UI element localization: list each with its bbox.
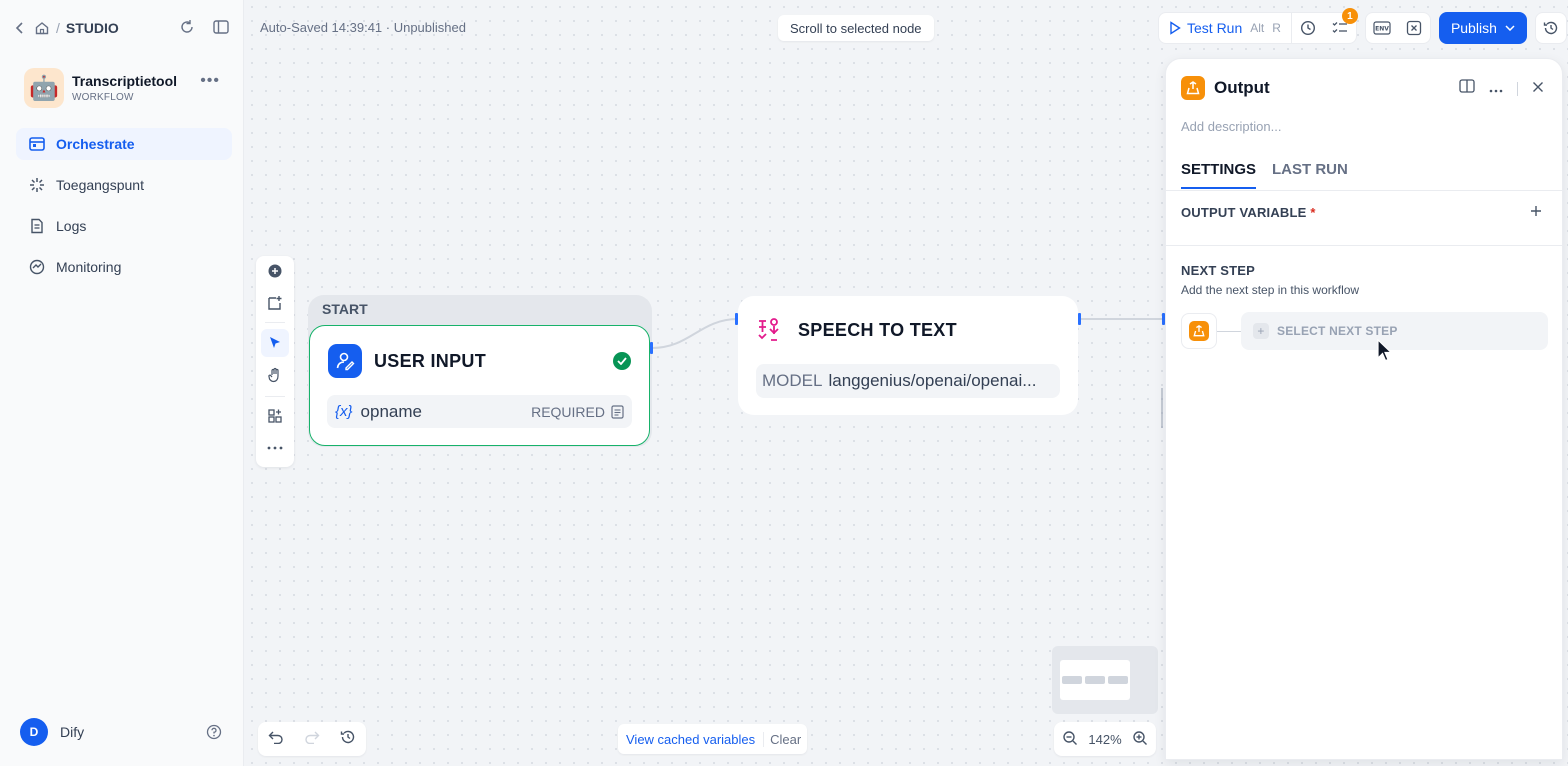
variable-icon: {x} bbox=[335, 403, 353, 420]
more-icon[interactable] bbox=[1489, 80, 1503, 98]
document-icon bbox=[611, 404, 624, 419]
panel-title[interactable]: Output bbox=[1214, 78, 1270, 98]
input-variable-row[interactable]: {x} opname REQUIRED bbox=[327, 395, 632, 428]
next-step-description: Add the next step in this workflow bbox=[1181, 283, 1360, 297]
zoom-in-icon[interactable] bbox=[1132, 730, 1148, 749]
speech-to-text-icon bbox=[756, 316, 784, 344]
output-node-icon bbox=[1189, 321, 1209, 341]
required-badge: REQUIRED bbox=[531, 404, 624, 420]
node-output-handle[interactable] bbox=[1078, 313, 1081, 325]
add-output-variable-button[interactable] bbox=[1530, 201, 1542, 222]
minimap-viewport bbox=[1060, 660, 1130, 700]
select-next-step-label: SELECT NEXT STEP bbox=[1277, 324, 1398, 338]
speech-to-text-node[interactable]: SPEECH TO TEXT MODEL langgenius/openai/o… bbox=[738, 296, 1078, 415]
description-input[interactable]: Add description... bbox=[1181, 119, 1281, 134]
change-history-icon[interactable] bbox=[340, 729, 356, 750]
view-cached-variables-link[interactable]: View cached variables bbox=[618, 732, 763, 747]
node-title: SPEECH TO TEXT bbox=[798, 319, 957, 340]
minimap[interactable] bbox=[1052, 646, 1158, 714]
zoom-controls: 142% bbox=[1054, 722, 1156, 756]
select-next-step-button[interactable]: + SELECT NEXT STEP bbox=[1241, 312, 1548, 350]
model-label: MODEL bbox=[762, 371, 823, 390]
success-check-icon bbox=[613, 352, 631, 370]
zoom-out-icon[interactable] bbox=[1062, 730, 1078, 749]
output-variable-label: OUTPUT VARIABLE bbox=[1181, 205, 1307, 220]
zoom-level[interactable]: 142% bbox=[1088, 732, 1121, 747]
panel-resize-handle[interactable] bbox=[1161, 388, 1163, 428]
tab-last-run[interactable]: LAST RUN bbox=[1272, 161, 1348, 189]
node-input-handle[interactable] bbox=[735, 313, 738, 325]
start-label: START bbox=[322, 301, 368, 317]
tab-settings[interactable]: SETTINGS bbox=[1181, 161, 1257, 189]
current-node-block bbox=[1181, 313, 1217, 349]
next-step-title: NEXT STEP bbox=[1181, 263, 1256, 278]
user-input-icon bbox=[328, 344, 362, 378]
history-controls bbox=[258, 722, 366, 756]
model-row: MODEL langgenius/openai/openai... bbox=[756, 364, 1060, 398]
required-mark: * bbox=[1310, 205, 1316, 220]
plus-icon: + bbox=[1253, 323, 1269, 339]
variable-name: opname bbox=[360, 401, 422, 421]
node-title: USER INPUT bbox=[374, 350, 487, 371]
redo-icon[interactable] bbox=[304, 730, 320, 749]
undo-icon[interactable] bbox=[268, 730, 284, 749]
model-value: langgenius/openai/openai... bbox=[828, 371, 1037, 390]
panel-layout-icon[interactable] bbox=[1459, 79, 1475, 98]
close-icon[interactable] bbox=[1532, 80, 1544, 98]
output-variable-title: OUTPUT VARIABLE * bbox=[1181, 205, 1316, 220]
output-node-icon bbox=[1181, 76, 1205, 100]
user-input-node[interactable]: USER INPUT {x} opname REQUIRED bbox=[309, 325, 650, 446]
required-label: REQUIRED bbox=[531, 403, 605, 420]
cached-variables-bar: View cached variables Clear bbox=[618, 724, 808, 754]
node-output-handle[interactable] bbox=[650, 342, 653, 354]
mouse-cursor-icon bbox=[1377, 339, 1393, 362]
node-config-panel: Output Add description... SETTINGS LAST … bbox=[1165, 58, 1564, 760]
clear-button[interactable]: Clear bbox=[763, 731, 807, 747]
next-step-row: + SELECT NEXT STEP bbox=[1181, 311, 1548, 351]
panel-tabs: SETTINGS LAST RUN bbox=[1181, 161, 1348, 189]
connector-line bbox=[1217, 330, 1241, 332]
